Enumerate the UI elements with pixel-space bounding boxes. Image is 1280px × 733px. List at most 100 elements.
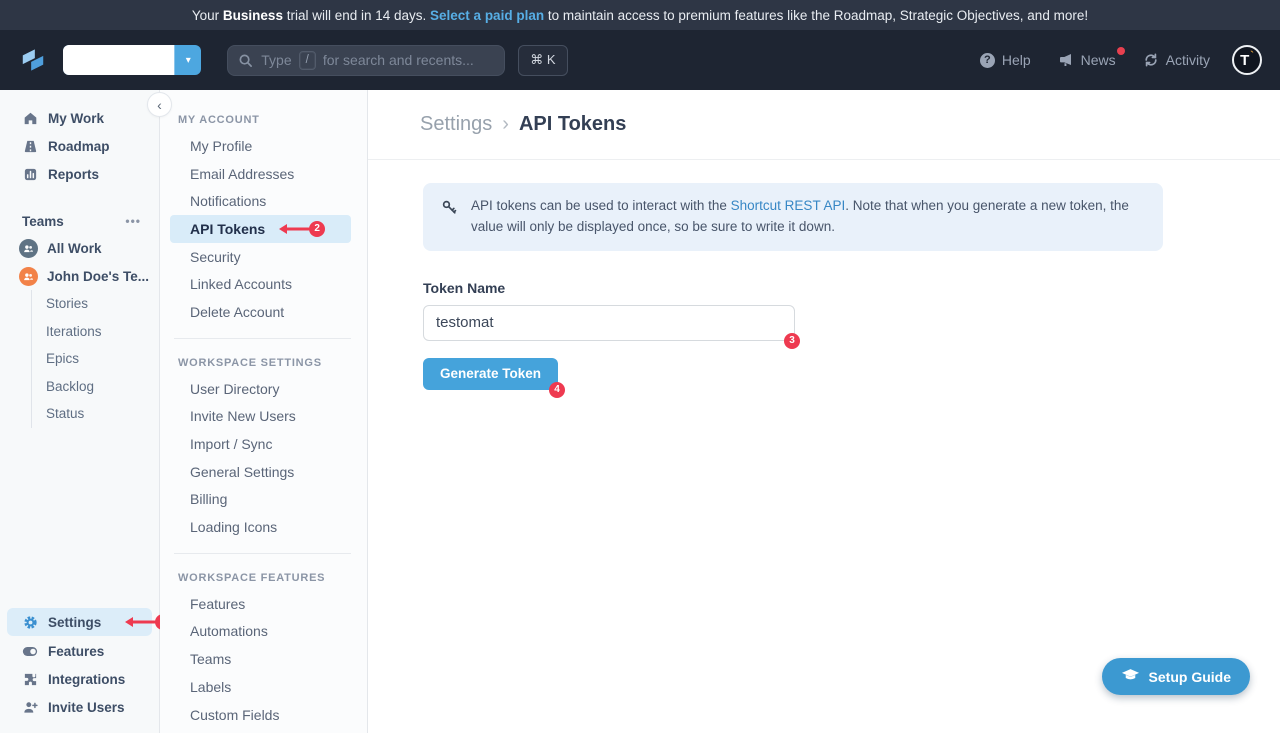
settings-nav-item[interactable]: Notifications [170, 187, 351, 215]
search-icon [238, 53, 253, 68]
settings-nav-item-label: Import / Sync [190, 436, 272, 452]
keyboard-shortcut-badge[interactable]: ⌘ K [518, 45, 567, 76]
settings-nav-divider [174, 553, 351, 554]
sidebar-item-label: My Work [48, 111, 104, 126]
search-input[interactable]: Type / for search and recents... [227, 45, 505, 76]
token-name-input[interactable] [423, 305, 795, 341]
generate-token-button[interactable]: Generate Token [423, 358, 558, 390]
settings-nav-item-label: Delete Account [190, 304, 284, 320]
sidebar-item-roadmap[interactable]: Roadmap [0, 132, 159, 160]
breadcrumb-settings-link[interactable]: Settings [420, 113, 492, 136]
bar-chart-icon [22, 167, 38, 182]
help-icon: ? [980, 53, 995, 68]
banner-text-suffix: to maintain access to premium features l… [544, 8, 1088, 23]
annotation-badge-4: 4 [549, 382, 565, 398]
info-text-before: API tokens can be used to interact with … [471, 198, 731, 213]
settings-nav-item-label: Automations [190, 623, 268, 639]
chevron-left-icon: ‹ [157, 97, 162, 113]
create-story-dropdown-button[interactable]: ▾ [174, 45, 201, 75]
settings-nav-section-my-account: My Profile Email Addresses Notifications AP… [160, 132, 367, 326]
news-label: News [1081, 52, 1116, 68]
team-label: All Work [47, 241, 102, 256]
search-hint-type: Type [261, 52, 291, 68]
settings-nav-item-label: General Settings [190, 464, 294, 480]
create-story-button[interactable]: Create Story [63, 45, 174, 75]
activity-button[interactable]: Activity [1143, 52, 1210, 68]
settings-nav-item[interactable]: Custom Fields [170, 701, 351, 729]
slash-keycap: / [300, 52, 315, 69]
team-sub-item[interactable]: Status [46, 400, 159, 428]
user-avatar[interactable]: T` [1232, 45, 1262, 75]
annotation-badge-2: 2 [309, 221, 325, 237]
settings-nav-item-label: Custom Fields [190, 707, 279, 723]
sidebar-item-label: Features [48, 644, 104, 659]
team-sub-item-label: Status [46, 406, 84, 421]
trial-banner: Your Business trial will end in 14 days.… [0, 0, 1280, 30]
shortcut-logo-icon[interactable] [18, 45, 48, 75]
sidebar-item-invite-users[interactable]: Invite Users [0, 693, 159, 721]
settings-nav-item[interactable]: Email Addresses [170, 160, 351, 188]
search-hint-rest: for search and recents... [323, 52, 474, 68]
settings-nav-section-header: WORKSPACE FEATURES [160, 566, 367, 590]
select-paid-plan-link[interactable]: Select a paid plan [430, 8, 544, 23]
settings-nav-item[interactable]: Delete Account [170, 298, 351, 326]
settings-nav-item[interactable]: Invite New Users [170, 403, 351, 431]
create-story-split-button: Create Story ▾ [63, 45, 201, 75]
settings-nav-item[interactable]: Security [170, 243, 351, 271]
settings-nav-item-label: Billing [190, 491, 227, 507]
team-sub-item[interactable]: Backlog [46, 373, 159, 401]
settings-nav-item[interactable]: Linked Accounts [170, 270, 351, 298]
settings-nav-item[interactable]: Automations [170, 618, 351, 646]
settings-nav-item[interactable]: Loading Icons [170, 513, 351, 541]
activity-sync-icon [1143, 52, 1159, 68]
sidebar-item-label: Invite Users [48, 700, 125, 715]
team-sub-item[interactable]: Epics [46, 345, 159, 373]
teams-more-icon[interactable]: ••• [125, 214, 141, 228]
banner-text: Your [192, 8, 223, 23]
sidebar-item-features[interactable]: Features [0, 637, 159, 665]
news-button[interactable]: News [1058, 52, 1116, 68]
home-icon [22, 111, 38, 126]
token-name-input-wrap: 3 [423, 305, 795, 341]
settings-nav-item[interactable]: User Directory [170, 375, 351, 403]
sidebar-item-all-work[interactable]: All Work [0, 234, 159, 262]
key-icon [441, 199, 458, 238]
settings-nav-item[interactable]: Labels [170, 673, 351, 701]
settings-nav-item-label: My Profile [190, 138, 252, 154]
breadcrumb: Settings › API Tokens [368, 90, 1280, 160]
team-label: John Doe's Te... [47, 269, 149, 284]
graduation-cap-icon [1121, 668, 1140, 685]
settings-nav-section-header: WORKSPACE SETTINGS [160, 351, 367, 375]
teams-section-header: Teams ••• [0, 208, 159, 234]
help-button[interactable]: ? Help [980, 52, 1031, 68]
settings-nav-section-header: MY ACCOUNT [160, 108, 367, 132]
sidebar-bottom-group: Settings 1 Features Integrations Invite … [0, 608, 159, 733]
settings-nav-item[interactable]: Billing [170, 486, 351, 514]
settings-nav-item[interactable]: General Settings [170, 458, 351, 486]
collapse-sidebar-button[interactable]: ‹ [147, 92, 172, 117]
setup-guide-button[interactable]: Setup Guide [1102, 658, 1250, 695]
settings-nav-item-label: Notifications [190, 193, 266, 209]
settings-nav-item[interactable]: My Profile [170, 132, 351, 160]
sidebar-item-integrations[interactable]: Integrations [0, 665, 159, 693]
person-add-icon [22, 700, 38, 715]
team-sub-item[interactable]: Iterations [46, 318, 159, 346]
sidebar-item-my-work[interactable]: My Work [0, 104, 159, 132]
sidebar-item-settings[interactable]: Settings 1 [7, 608, 152, 636]
sidebar-item-label: Settings [48, 615, 101, 630]
sidebar-item-team-john-doe[interactable]: John Doe's Te... [0, 262, 159, 290]
shortcut-rest-api-link[interactable]: Shortcut REST API [731, 198, 846, 213]
settings-nav-item[interactable]: Teams [170, 645, 351, 673]
settings-nav-item-label: Invite New Users [190, 408, 296, 424]
settings-nav-item[interactable]: API Tokens 2 [170, 215, 351, 243]
sidebar-item-reports[interactable]: Reports [0, 160, 159, 188]
team-sub-item[interactable]: Stories [46, 290, 159, 318]
settings-nav-item[interactable]: Import / Sync [170, 430, 351, 458]
main-content: Settings › API Tokens API tokens can be … [368, 90, 1280, 733]
settings-nav-item[interactable]: Features [170, 590, 351, 618]
settings-nav-item-label: API Tokens [190, 221, 265, 237]
road-icon [22, 139, 38, 154]
settings-nav-item-label: Security [190, 249, 241, 265]
team-sub-items: StoriesIterationsEpicsBacklog Status [31, 290, 159, 428]
settings-nav-item-label: Teams [190, 651, 231, 667]
